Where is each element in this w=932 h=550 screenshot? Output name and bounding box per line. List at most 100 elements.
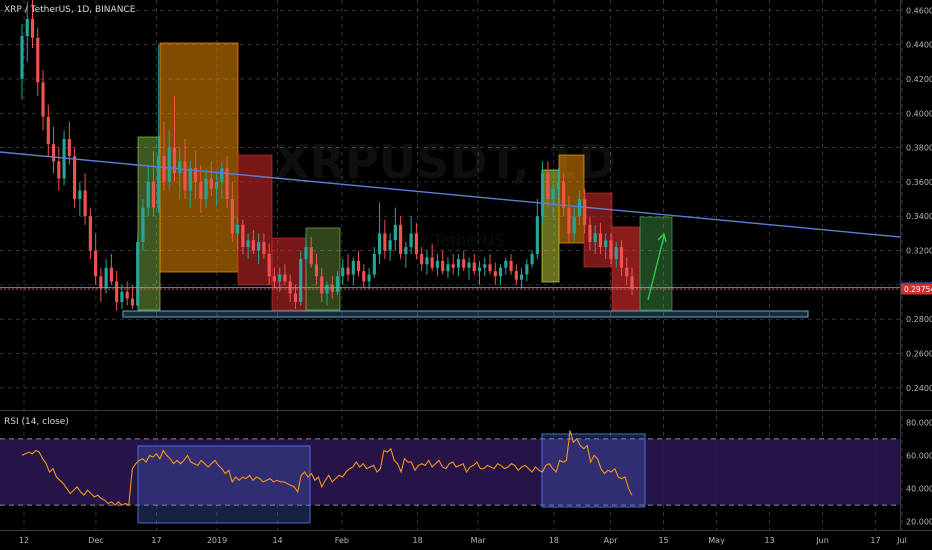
candle-body [551, 188, 555, 200]
candle-body [125, 291, 129, 299]
candle-body [109, 267, 113, 282]
candle-body [541, 173, 545, 217]
candle-body [57, 161, 61, 179]
price-chart[interactable]: XRPUSDT, 1D XRP / TetherUS 0.2400 0.2600… [0, 0, 932, 550]
candle-body [525, 264, 529, 275]
candle-body [556, 181, 560, 189]
candle-body [99, 276, 103, 289]
candle-body [167, 147, 171, 182]
candle-body [488, 264, 492, 272]
candle-body [20, 36, 24, 79]
time-tick-label: 14 [272, 536, 282, 545]
candle-body [94, 250, 98, 277]
candle-body [262, 241, 266, 254]
candle-body [236, 224, 240, 234]
time-tick-label: 18 [549, 536, 559, 545]
candle-body [583, 199, 587, 225]
price-tick-label: 0.40000 [906, 109, 932, 118]
candle-body [230, 199, 234, 234]
support-zone[interactable] [122, 310, 809, 318]
candle-body [188, 168, 192, 191]
candle-body [25, 18, 29, 37]
price-tick-label: 0.38000 [906, 144, 932, 153]
candle-body [451, 264, 455, 268]
zone-box-red [583, 192, 613, 268]
candle-body [504, 260, 508, 268]
candle-body [178, 161, 182, 174]
price-tick-label: 0.46000 [906, 6, 932, 15]
candle-body [46, 116, 50, 145]
candle-body [241, 224, 245, 248]
candle-body [614, 247, 618, 260]
candle-body [472, 262, 476, 272]
candle-body [146, 181, 150, 208]
candle-body [257, 241, 261, 251]
time-tick-label: Mar [471, 536, 487, 545]
candle-body [309, 247, 313, 265]
candle-body [477, 267, 482, 272]
candle-body [341, 267, 345, 277]
candle-body [430, 257, 434, 268]
candle-body [609, 240, 613, 260]
candle-body [73, 156, 77, 200]
candle-body [88, 216, 92, 251]
candle-body [562, 181, 566, 208]
zone-box-projection [639, 216, 673, 311]
price-tick-label: 0.36000 [906, 178, 932, 187]
candle-body [367, 274, 371, 282]
candle-body [320, 276, 324, 294]
candle-body [220, 168, 224, 182]
candle-body [83, 190, 87, 217]
price-tick-label: 0.44000 [906, 41, 932, 50]
time-tick-label: Dec [88, 536, 103, 545]
price-tag-label: 0.29754 [904, 285, 932, 294]
candle-body [283, 274, 287, 282]
candle-body [441, 260, 445, 272]
time-tick-label: Apr [604, 536, 619, 545]
candle-body [530, 253, 534, 265]
time-tick-label: Jul [896, 536, 907, 545]
candle-body [267, 253, 271, 277]
zone-box-green [137, 136, 161, 311]
zone-box-orange [159, 42, 239, 273]
candle-body [362, 271, 366, 282]
price-tick-label: 0.32000 [906, 247, 932, 256]
rsi-title: RSI (14, close) [4, 417, 69, 427]
candle-body [604, 240, 608, 248]
candle-body [630, 276, 634, 290]
candle-body [593, 233, 597, 242]
candle-body [420, 253, 424, 265]
candle-body [272, 276, 276, 282]
candle-body [246, 240, 250, 248]
candle-body [514, 271, 518, 280]
candle-body [404, 247, 408, 254]
candle [73, 147, 77, 208]
candle-body [519, 274, 524, 280]
candle-body [378, 233, 382, 254]
candle-body [493, 271, 497, 277]
candle-body [157, 156, 161, 208]
candle-body [588, 224, 592, 242]
rsi-tick-label: 20.0000 [906, 518, 932, 527]
candle-body [619, 247, 624, 268]
candle-body [456, 259, 461, 268]
candle-body [199, 181, 203, 200]
candle-body [314, 264, 319, 277]
candle-body [136, 241, 140, 306]
candle-body [625, 267, 629, 277]
candle-body [120, 291, 124, 303]
price-tags: 0.298350.29754 [901, 282, 932, 295]
candle-body [577, 199, 581, 217]
candle-body [278, 274, 282, 282]
candle-body [304, 247, 308, 260]
time-tick-label: 17 [151, 536, 161, 545]
candle-body [183, 161, 187, 191]
watermark-name: XRP / TetherUS [386, 231, 505, 250]
rsi-zone-box [137, 445, 311, 524]
rsi-band [0, 438, 900, 506]
time-tick-label: 15 [658, 536, 668, 545]
candle-body [51, 144, 56, 162]
candle-body [425, 257, 429, 265]
candle-body [414, 233, 418, 254]
price-tick-label: 0.28000 [906, 315, 932, 324]
